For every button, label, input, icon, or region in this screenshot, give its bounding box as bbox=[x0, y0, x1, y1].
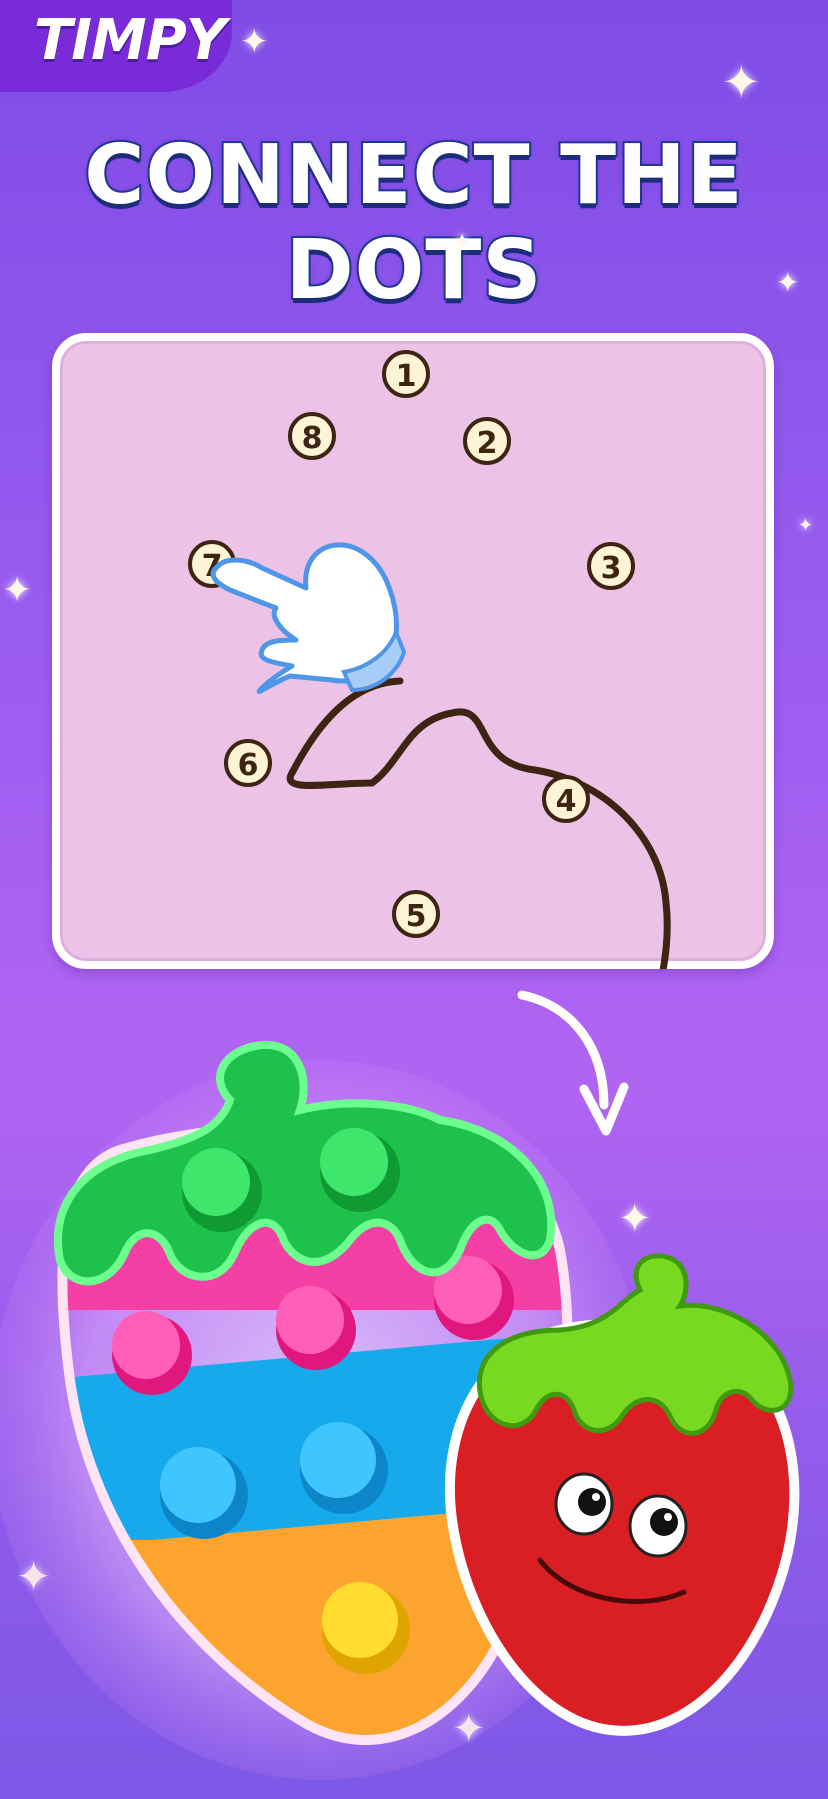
svg-text:8: 8 bbox=[302, 421, 323, 456]
svg-text:6: 6 bbox=[238, 748, 259, 783]
dot-4[interactable]: 4 bbox=[542, 775, 590, 823]
dot-3[interactable]: 3 bbox=[587, 542, 635, 590]
svg-text:3: 3 bbox=[601, 551, 622, 586]
dots-layer: 1 2 3 4 5 6 7 8 bbox=[188, 350, 635, 938]
hand-pointer-icon bbox=[210, 542, 407, 694]
dot-6[interactable]: 6 bbox=[224, 739, 272, 787]
dot-8[interactable]: 8 bbox=[288, 412, 336, 460]
dot-5[interactable]: 5 bbox=[392, 890, 440, 938]
svg-text:5: 5 bbox=[406, 899, 427, 934]
svg-text:4: 4 bbox=[556, 784, 577, 819]
strawberry-illustration bbox=[0, 1040, 800, 1780]
